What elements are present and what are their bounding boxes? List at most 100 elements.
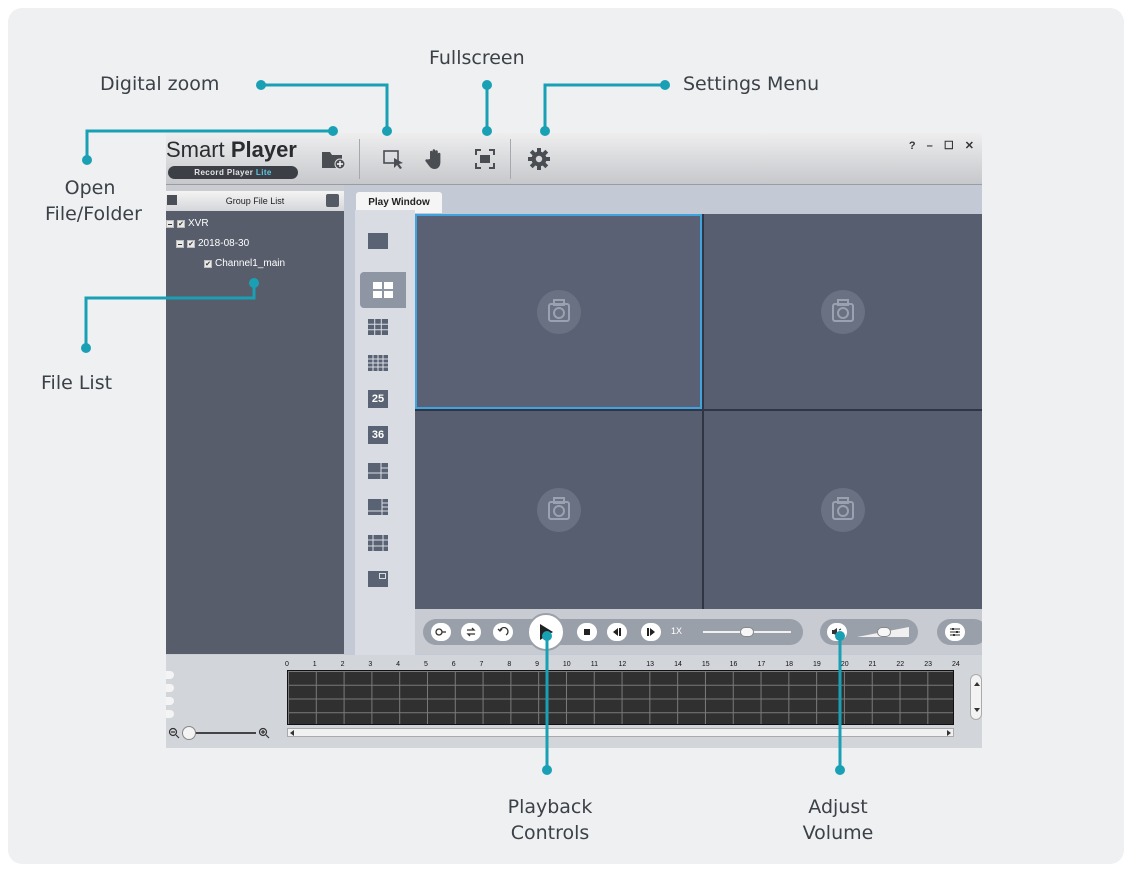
settings-gear-icon xyxy=(528,148,550,170)
layout-25-button[interactable]: 25 xyxy=(367,390,389,408)
label-playback-line2: Controls xyxy=(510,822,590,844)
timeline-hour-label: 20 xyxy=(840,661,849,668)
equalizer-button[interactable] xyxy=(945,623,965,641)
scroll-up-icon[interactable] xyxy=(974,682,980,686)
timeline-hour-label: 10 xyxy=(562,661,571,668)
label-adjust-volume: Adjust Volume xyxy=(783,794,893,846)
timeline-hour-label: 6 xyxy=(451,661,456,668)
timeline-hour-label: 7 xyxy=(479,661,484,668)
sync-play-button[interactable] xyxy=(461,623,481,641)
tree-item-channel[interactable]: ✔ Channel1_main xyxy=(204,258,285,269)
layout-custom-icon xyxy=(368,571,388,587)
collapse-icon[interactable] xyxy=(166,219,174,228)
window-controls[interactable]: ? – ☐ ✕ xyxy=(909,139,978,152)
video-cell-1[interactable] xyxy=(415,214,702,409)
timeline-hour-label: 0 xyxy=(285,661,289,668)
tree-item-date[interactable]: ✔ 2018-08-30 xyxy=(176,238,249,249)
fullscreen-button[interactable] xyxy=(468,143,502,175)
checkbox-icon[interactable]: ✔ xyxy=(187,239,195,248)
video-cell-3[interactable] xyxy=(415,411,702,609)
scroll-down-icon[interactable] xyxy=(974,708,980,712)
scroll-left-icon[interactable] xyxy=(290,730,294,736)
stop-icon xyxy=(584,629,590,635)
timeline-scrollbar[interactable] xyxy=(287,728,954,737)
logo-subtitle: Record Player Lite xyxy=(168,166,298,179)
tree-item-xvr[interactable]: ✔ XVR xyxy=(166,218,209,229)
volume-slider-knob[interactable] xyxy=(877,627,891,637)
pan-hand-button[interactable] xyxy=(418,143,452,175)
layout-36-button[interactable]: 36 xyxy=(367,426,389,444)
timeline-zoom-control xyxy=(168,726,272,740)
sync-icon xyxy=(466,627,476,637)
layout-1-button[interactable] xyxy=(367,232,389,250)
layout-custom-1-button[interactable] xyxy=(367,462,389,480)
layout-selector: 25 36 xyxy=(355,210,415,655)
channel-toggle[interactable] xyxy=(166,710,174,718)
digital-zoom-icon xyxy=(383,150,403,169)
play-button[interactable] xyxy=(527,613,565,651)
layout-custom-icon xyxy=(368,535,388,551)
settings-button[interactable] xyxy=(522,143,556,175)
layout-quad-icon xyxy=(373,282,393,298)
speed-slider-knob[interactable] xyxy=(740,627,754,637)
trash-icon[interactable] xyxy=(326,194,339,207)
layout-4-button[interactable] xyxy=(360,272,406,308)
speaker-icon xyxy=(832,628,842,636)
digital-zoom-button[interactable] xyxy=(376,143,410,175)
zoom-in-icon[interactable] xyxy=(258,727,270,739)
zoom-out-icon[interactable] xyxy=(168,727,180,739)
timeline-hour-label: 11 xyxy=(590,661,598,668)
camera-icon xyxy=(536,488,581,532)
timeline-hour-label: 17 xyxy=(757,661,766,668)
smart-player-window: Smart Player Record Player Lite ? – ☐ ✕ … xyxy=(166,133,982,748)
timeline-hour-label: 2 xyxy=(340,661,345,668)
layout-custom-icon xyxy=(368,463,388,479)
zoom-slider-knob[interactable] xyxy=(182,726,196,740)
hand-pan-icon xyxy=(425,149,441,169)
video-cell-2[interactable] xyxy=(704,214,982,409)
channel-toggle[interactable] xyxy=(166,671,174,679)
channel-toggle[interactable] xyxy=(166,697,174,705)
timeline-hour-label: 13 xyxy=(646,661,655,668)
step-back-button[interactable] xyxy=(607,623,627,641)
select-all-checkbox[interactable] xyxy=(167,195,177,205)
timeline: 0 1 2 3 4 5 6 7 8 9 10 11 12 13 14 15 16 17 18 19 20 21 22 23 24 xyxy=(166,655,982,748)
timeline-hour-label: 18 xyxy=(785,661,794,668)
layout-16-button[interactable] xyxy=(367,354,389,372)
reverse-icon xyxy=(497,627,509,636)
tree-label: XVR xyxy=(188,218,209,229)
label-fullscreen: Fullscreen xyxy=(429,47,525,69)
layout-9-button[interactable] xyxy=(367,318,389,336)
timeline-hour-label: 19 xyxy=(813,661,821,668)
layout-custom-3-button[interactable] xyxy=(367,534,389,552)
camera-icon xyxy=(536,289,581,334)
reverse-button[interactable] xyxy=(493,623,513,641)
record-clip-button[interactable] xyxy=(431,623,451,641)
video-cell-4[interactable] xyxy=(704,411,982,609)
label-settings-menu: Settings Menu xyxy=(683,73,820,95)
label-open-file-line1: Open xyxy=(64,177,116,199)
scroll-right-icon[interactable] xyxy=(947,730,951,736)
step-forward-icon xyxy=(647,628,655,636)
timeline-hour-label: 16 xyxy=(729,661,738,668)
video-grid xyxy=(415,214,982,609)
open-file-folder-button[interactable] xyxy=(316,143,350,175)
timeline-vertical-scroll[interactable] xyxy=(970,674,982,720)
timeline-hour-label: 12 xyxy=(618,661,627,668)
checkbox-icon[interactable]: ✔ xyxy=(177,219,185,228)
step-forward-button[interactable] xyxy=(641,623,661,641)
layout-single-icon xyxy=(368,233,388,249)
logo-record-player: Record Player xyxy=(194,168,254,177)
speed-label: 1X xyxy=(671,626,683,636)
timeline-grid[interactable] xyxy=(287,670,954,725)
mute-button[interactable] xyxy=(827,623,847,641)
channel-toggle[interactable] xyxy=(166,684,174,692)
layout-custom-4-button[interactable] xyxy=(367,570,389,588)
checkbox-icon[interactable]: ✔ xyxy=(204,259,212,268)
stop-button[interactable] xyxy=(577,623,597,641)
toolbar-separator xyxy=(510,139,511,179)
collapse-icon[interactable] xyxy=(176,239,184,248)
layout-custom-2-button[interactable] xyxy=(367,498,389,516)
file-list-header: Group File List xyxy=(166,191,344,211)
playback-controls: 1X xyxy=(415,609,982,654)
